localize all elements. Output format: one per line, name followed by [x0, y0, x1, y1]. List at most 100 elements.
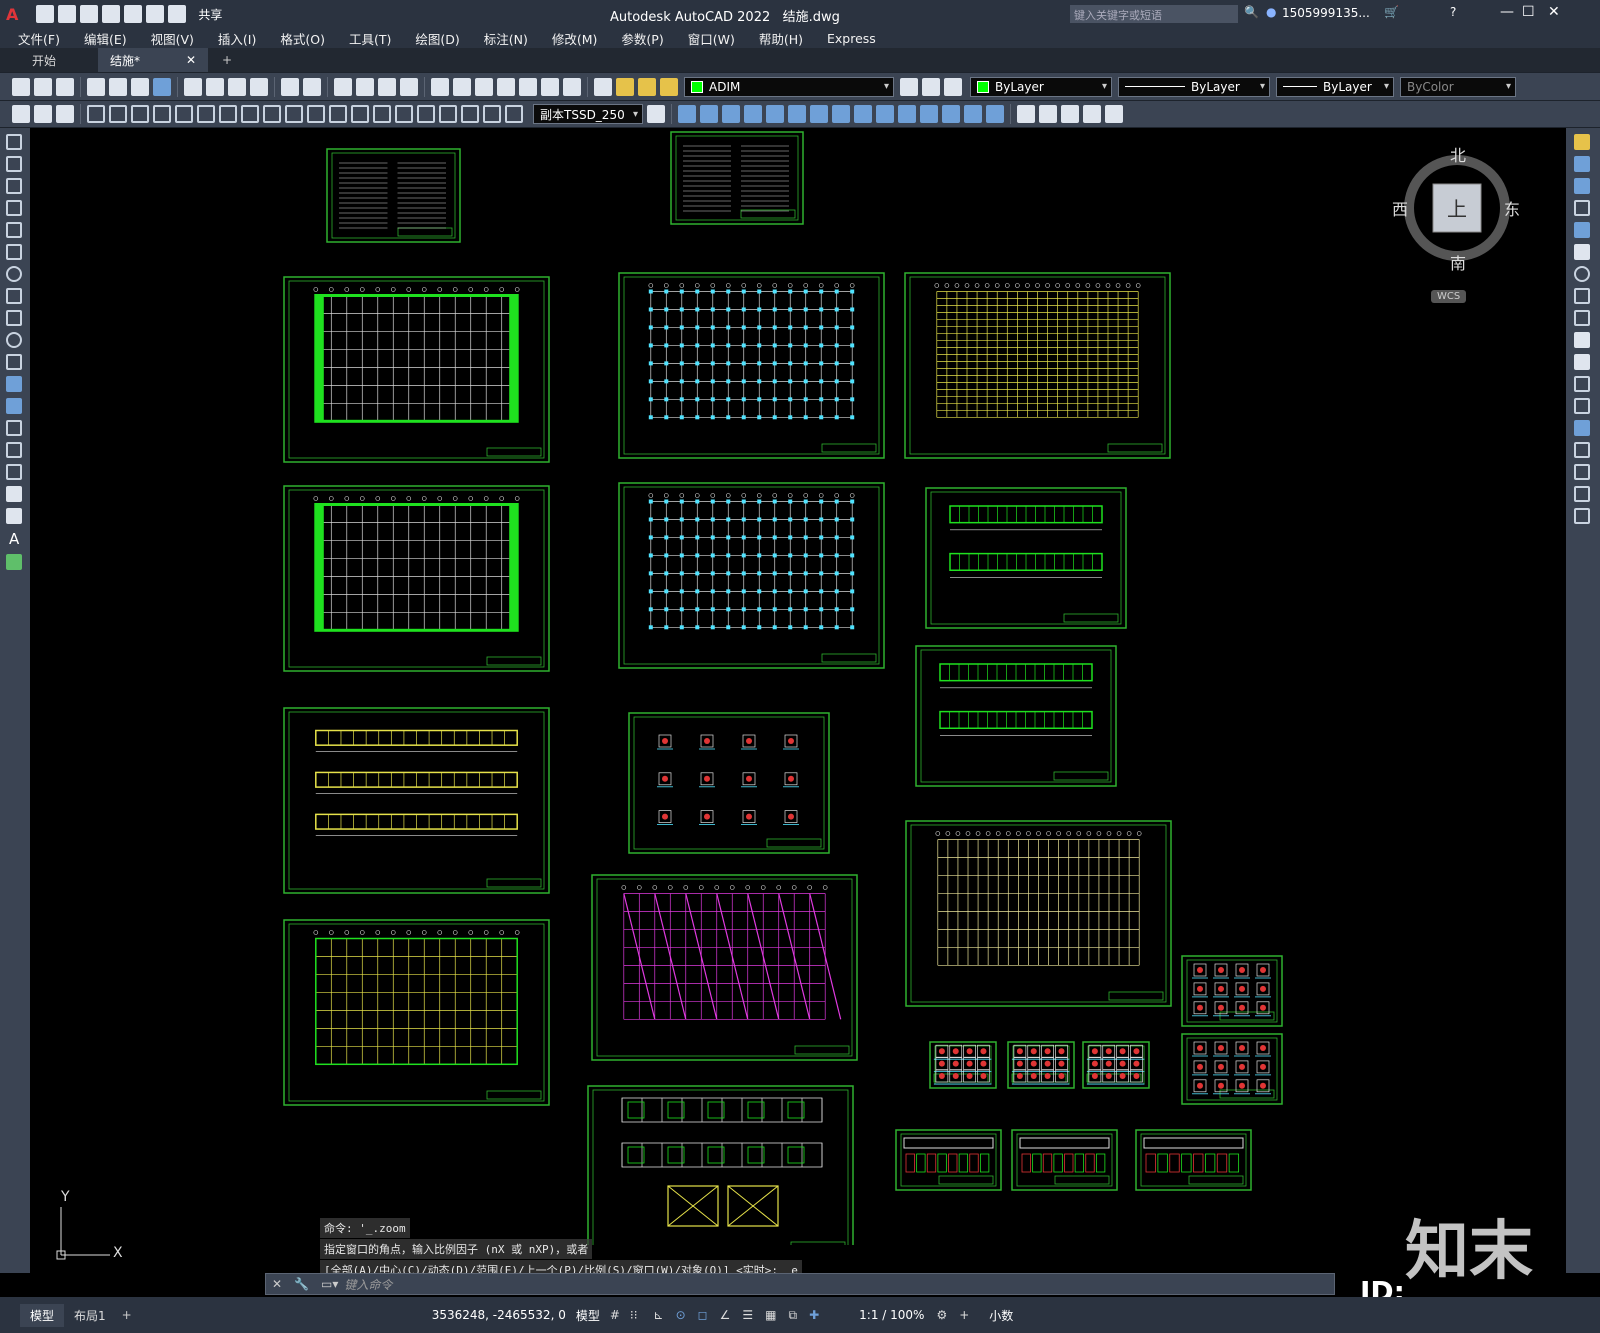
add-selected-icon[interactable] — [6, 554, 22, 570]
quick-select-icon[interactable] — [34, 105, 52, 123]
selection-cycling-icon[interactable]: ⧉ — [789, 1308, 798, 1323]
menu-window[interactable]: 窗口(W) — [688, 29, 735, 48]
grid-icon[interactable]: # — [610, 1308, 620, 1322]
move-icon[interactable] — [678, 105, 696, 123]
units-dropdown[interactable]: 小数 — [989, 1307, 1013, 1324]
dim-space-icon[interactable] — [329, 105, 347, 123]
new-icon[interactable] — [12, 77, 30, 96]
new-file-icon[interactable] — [36, 5, 55, 23]
center-mark-icon[interactable] — [395, 105, 413, 123]
design-center-icon[interactable] — [453, 77, 471, 96]
explode-icon[interactable] — [986, 105, 1004, 123]
drawing-canvas[interactable]: 北 南 东 西 上 WCS — [30, 128, 1566, 1245]
diameter-icon[interactable] — [219, 105, 237, 123]
layer-previous-icon[interactable] — [922, 77, 940, 96]
continue-icon[interactable] — [307, 105, 325, 123]
annotation-monitor-icon[interactable]: ✚ — [809, 1308, 819, 1322]
color-dropdown[interactable]: ByLayer — [970, 76, 1112, 97]
make-current-icon[interactable] — [900, 77, 918, 96]
transparency-icon[interactable]: ▦ — [765, 1308, 776, 1322]
copy-object-icon[interactable] — [700, 105, 718, 123]
aligned-dim-icon[interactable] — [109, 105, 127, 123]
hatch-back-icon[interactable] — [1083, 105, 1101, 123]
markup-icon[interactable] — [519, 77, 537, 96]
quick-dim-icon[interactable] — [263, 105, 281, 123]
offset-icon[interactable] — [1574, 200, 1590, 216]
new-tab-icon[interactable]: + — [222, 53, 232, 67]
menu-view[interactable]: 视图(V) — [151, 29, 194, 48]
save-icon[interactable] — [80, 5, 99, 23]
mirror-icon[interactable] — [1574, 178, 1590, 194]
explode-icon[interactable] — [1574, 508, 1590, 524]
break-icon[interactable] — [1574, 398, 1590, 414]
settings-icon[interactable]: ⚙ — [936, 1308, 947, 1322]
construction-line-icon[interactable] — [6, 156, 22, 172]
extend-icon[interactable] — [876, 105, 894, 123]
erase-icon[interactable] — [1574, 134, 1590, 150]
plotstyle-dropdown[interactable]: ByColor — [1400, 76, 1516, 97]
globe-icon[interactable] — [153, 77, 171, 96]
text-front-icon[interactable] — [1061, 105, 1079, 123]
help-icon[interactable] — [563, 77, 581, 96]
zoom-window-icon[interactable] — [378, 77, 396, 96]
viewcube[interactable]: 北 南 东 西 上 WCS — [1392, 146, 1520, 303]
print-icon[interactable] — [87, 77, 105, 96]
sheet-set-icon[interactable] — [497, 77, 515, 96]
tolerance-icon[interactable] — [373, 105, 391, 123]
annotation-scale[interactable]: 1:1 / 100% — [859, 1308, 924, 1322]
scale-icon[interactable] — [810, 105, 828, 123]
chamfer-icon[interactable] — [942, 105, 960, 123]
hatch-icon[interactable] — [6, 442, 22, 458]
viewcube-top-face[interactable]: 上 — [1447, 193, 1467, 222]
rotate-icon[interactable] — [788, 105, 806, 123]
model-space-button[interactable]: 模型 — [576, 1307, 600, 1324]
user-name[interactable]: 1505999135... — [1282, 6, 1370, 20]
menu-file[interactable]: 文件(F) — [18, 29, 60, 48]
blend-icon[interactable] — [1574, 486, 1590, 502]
search-icon[interactable]: 🔍 — [1244, 5, 1259, 19]
plot-icon[interactable] — [124, 5, 143, 23]
array-icon[interactable] — [1574, 222, 1590, 238]
dimstyle-dropdown[interactable]: 副本TSSD_250 — [533, 104, 643, 124]
menu-express[interactable]: Express — [827, 31, 876, 46]
region-icon[interactable] — [6, 486, 22, 502]
layer-freeze-icon[interactable] — [638, 77, 656, 96]
osnap-icon[interactable]: ◻ — [698, 1308, 708, 1322]
line-icon[interactable] — [6, 134, 22, 150]
zoom-realtime-icon[interactable] — [356, 77, 374, 96]
search-input[interactable]: 键入关键字或短语 — [1070, 5, 1238, 23]
spline-icon[interactable] — [6, 310, 22, 326]
dimstyle-icon[interactable] — [647, 105, 665, 123]
menu-help[interactable]: 帮助(H) — [759, 29, 803, 48]
viewcube-south[interactable]: 南 — [1450, 250, 1466, 274]
menu-format[interactable]: 格式(O) — [280, 29, 325, 48]
arc-length-icon[interactable] — [131, 105, 149, 123]
stretch-icon[interactable] — [1574, 310, 1590, 326]
menu-tools[interactable]: 工具(T) — [349, 29, 391, 48]
menu-modify[interactable]: 修改(M) — [552, 29, 598, 48]
tab-layout1[interactable]: 布局1 — [64, 1304, 116, 1327]
rectangle-icon[interactable] — [6, 222, 22, 238]
qdim-icon[interactable] — [12, 105, 30, 123]
menu-edit[interactable]: 编辑(E) — [84, 29, 127, 48]
mtext-icon[interactable]: A — [9, 530, 21, 548]
open-file-icon[interactable] — [58, 5, 77, 23]
ortho-icon[interactable]: ⊾ — [654, 1308, 664, 1322]
linear-dim-icon[interactable] — [87, 105, 105, 123]
baseline-icon[interactable] — [285, 105, 303, 123]
tab-start[interactable]: 开始 — [20, 48, 68, 72]
match-properties-icon[interactable] — [250, 77, 268, 96]
coordinates[interactable]: 3536248, -2465532, 0 — [432, 1308, 566, 1322]
viewcube-north[interactable]: 北 — [1450, 142, 1466, 166]
tab-drawing[interactable]: 结施* ✕ — [98, 48, 209, 72]
otrack-icon[interactable]: ∠ — [720, 1308, 731, 1322]
fillet-icon[interactable] — [1574, 464, 1590, 480]
wcs-button[interactable]: WCS — [1431, 290, 1467, 303]
publish-icon[interactable] — [131, 77, 149, 96]
properties-icon[interactable] — [431, 77, 449, 96]
make-block-icon[interactable] — [6, 398, 22, 414]
pan-icon[interactable] — [334, 77, 352, 96]
trim-icon[interactable] — [854, 105, 872, 123]
offset-icon[interactable] — [744, 105, 762, 123]
jogged-icon[interactable] — [197, 105, 215, 123]
